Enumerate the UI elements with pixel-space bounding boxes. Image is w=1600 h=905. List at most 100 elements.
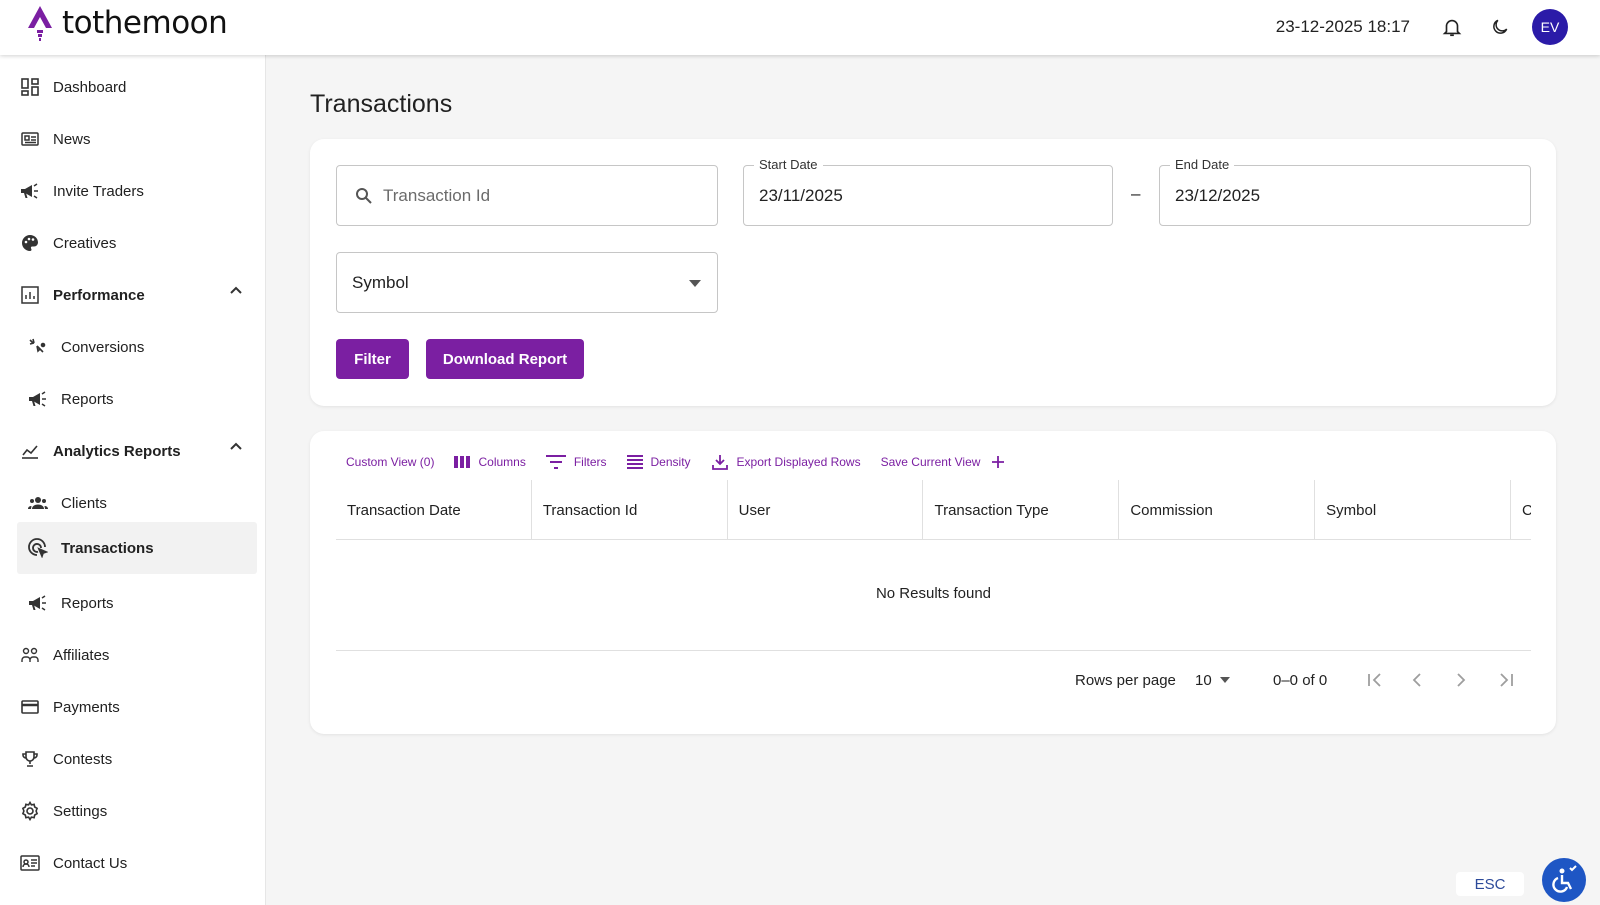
symbol-select-value: Symbol bbox=[352, 272, 409, 292]
symbol-select[interactable]: Symbol bbox=[336, 252, 718, 313]
transaction-id-field[interactable]: Transaction Id bbox=[336, 165, 718, 226]
start-date-field[interactable]: Start Date 23/11/2025 bbox=[743, 157, 1113, 226]
sidebar-item-affiliates[interactable]: Affiliates bbox=[17, 629, 257, 681]
sidebar-item-label: Reports bbox=[61, 594, 114, 612]
end-date-label: End Date bbox=[1170, 157, 1235, 172]
sidebar-item-creatives[interactable]: Creatives bbox=[17, 217, 257, 269]
caret-down-icon bbox=[1219, 677, 1230, 683]
previous-page-button[interactable] bbox=[1410, 668, 1424, 692]
sidebar-item-settings[interactable]: Settings bbox=[17, 785, 257, 837]
trophy-icon bbox=[19, 748, 41, 770]
chart-box-icon bbox=[19, 284, 41, 306]
column-header[interactable]: User bbox=[728, 480, 924, 540]
density-label: Density bbox=[650, 455, 691, 469]
column-header[interactable]: Commission bbox=[1119, 480, 1316, 540]
sidebar-item-label: Performance bbox=[53, 286, 145, 304]
download-icon bbox=[711, 455, 728, 470]
chevron-up-icon[interactable] bbox=[229, 285, 243, 295]
filters-button[interactable]: Filters bbox=[545, 455, 607, 469]
density-button[interactable]: Density bbox=[626, 455, 691, 469]
sidebar-item-label: Creatives bbox=[53, 234, 117, 252]
export-rows-button[interactable]: Export Displayed Rows bbox=[711, 453, 861, 471]
transaction-id-placeholder: Transaction Id bbox=[383, 185, 491, 205]
sidebar-item-label: Reports bbox=[61, 390, 114, 408]
rows-per-page-label: Rows per page bbox=[1075, 671, 1176, 689]
sidebar-item-label: Contests bbox=[53, 750, 113, 768]
affiliates-icon bbox=[19, 644, 41, 666]
brand-logo[interactable]: tothemoon bbox=[26, 4, 228, 42]
end-date-field[interactable]: End Date 23/12/2025 bbox=[1159, 157, 1531, 226]
accessibility-button[interactable] bbox=[1542, 858, 1586, 902]
theme-toggle-button[interactable] bbox=[1480, 7, 1520, 47]
caret-down-icon bbox=[689, 280, 701, 287]
end-date-value: 23/12/2025 bbox=[1175, 185, 1261, 205]
sidebar-item-dashboard[interactable]: Dashboard bbox=[17, 61, 257, 113]
sidebar-item-conversions[interactable]: Conversions bbox=[17, 321, 257, 373]
sidebar-item-transactions[interactable]: Transactions bbox=[17, 522, 257, 574]
custom-view-button[interactable]: Custom View (0) bbox=[346, 455, 434, 469]
next-page-button[interactable] bbox=[1454, 668, 1468, 692]
save-view-button[interactable]: Save Current View bbox=[881, 455, 1013, 469]
megaphone-icon bbox=[27, 388, 49, 410]
sidebar-item-label: Conversions bbox=[61, 338, 145, 356]
column-header[interactable]: Transaction Type bbox=[923, 480, 1120, 540]
avatar[interactable]: EV bbox=[1532, 9, 1568, 45]
megaphone-icon bbox=[27, 592, 49, 614]
palette-icon bbox=[19, 232, 41, 254]
column-header[interactable]: C bbox=[1511, 480, 1531, 540]
notifications-button[interactable] bbox=[1432, 7, 1472, 47]
sidebar-item-payments[interactable]: Payments bbox=[17, 681, 257, 733]
save-view-label: Save Current View bbox=[880, 455, 981, 469]
sidebar-item-label: Invite Traders bbox=[53, 182, 144, 200]
column-header[interactable]: Symbol bbox=[1315, 480, 1511, 540]
sidebar-item-label: Settings bbox=[53, 802, 108, 820]
sidebar-item-label: Analytics Reports bbox=[53, 442, 181, 460]
column-header[interactable]: Transaction Id bbox=[532, 480, 728, 540]
esc-button[interactable]: ESC bbox=[1456, 872, 1524, 896]
sidebar-item-analytics-reports-sub[interactable]: Reports bbox=[17, 577, 257, 629]
sidebar-item-contests[interactable]: Contests bbox=[17, 733, 257, 785]
sidebar-item-news[interactable]: News bbox=[17, 113, 257, 165]
sidebar-item-invite-traders[interactable]: Invite Traders bbox=[17, 165, 257, 217]
sidebar-item-contact-us[interactable]: Contact Us bbox=[17, 837, 257, 889]
columns-button[interactable]: Columns bbox=[454, 455, 526, 469]
first-page-button[interactable] bbox=[1366, 668, 1384, 692]
accessibility-icon bbox=[1552, 865, 1577, 893]
sidebar-item-analytics-reports[interactable]: Analytics Reports bbox=[17, 425, 257, 477]
filters-label: Filters bbox=[573, 455, 607, 469]
gear-icon bbox=[19, 800, 41, 822]
sidebar-item-label: Clients bbox=[61, 494, 107, 512]
column-header[interactable]: Transaction Date bbox=[336, 480, 532, 540]
start-date-label: Start Date bbox=[754, 157, 823, 172]
clients-icon bbox=[27, 492, 49, 514]
dashboard-icon bbox=[19, 76, 41, 98]
contact-icon bbox=[19, 852, 41, 874]
date-range-separator: – bbox=[1131, 184, 1141, 203]
filter-lines-icon bbox=[545, 455, 566, 469]
pagination-range: 0–0 of 0 bbox=[1273, 671, 1328, 689]
first-page-icon bbox=[1368, 673, 1381, 687]
chevron-left-icon bbox=[1412, 673, 1421, 687]
rows-per-page-value: 10 bbox=[1195, 671, 1212, 689]
sidebar-item-label: Payments bbox=[53, 698, 120, 716]
rows-per-page-select[interactable]: 10 bbox=[1195, 668, 1230, 692]
download-report-button[interactable]: Download Report bbox=[426, 339, 584, 379]
top-bar: tothemoon 23-12-2025 18:17 EV bbox=[0, 0, 1600, 55]
last-page-button[interactable] bbox=[1497, 668, 1515, 692]
card-icon bbox=[19, 696, 41, 718]
columns-icon bbox=[454, 456, 471, 468]
chevron-up-icon[interactable] bbox=[229, 441, 243, 451]
start-date-value: 23/11/2025 bbox=[759, 185, 843, 205]
news-icon bbox=[19, 128, 41, 150]
filter-button[interactable]: Filter bbox=[336, 339, 409, 379]
sidebar-item-label: Contact Us bbox=[53, 854, 128, 872]
megaphone-icon bbox=[19, 180, 41, 202]
sidebar-item-performance[interactable]: Performance bbox=[17, 269, 257, 321]
page-title: Transactions bbox=[310, 90, 453, 118]
line-chart-icon bbox=[19, 440, 41, 462]
empty-state-message: No Results found bbox=[875, 585, 992, 602]
export-rows-label: Export Displayed Rows bbox=[736, 455, 861, 469]
sidebar-item-performance-reports[interactable]: Reports bbox=[17, 373, 257, 425]
sidebar-item-label: News bbox=[53, 130, 91, 148]
plus-icon bbox=[992, 456, 1005, 468]
